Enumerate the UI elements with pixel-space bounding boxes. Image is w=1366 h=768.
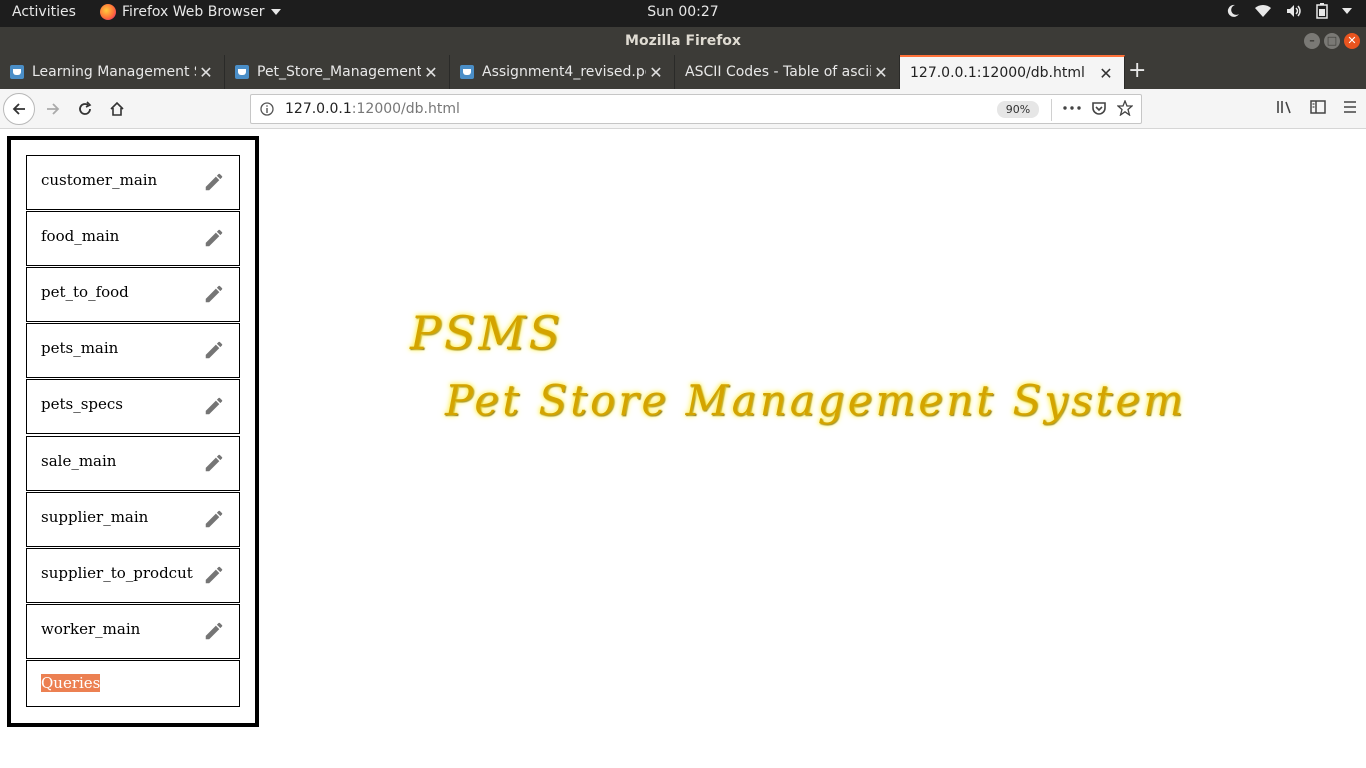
sidebar-item-label: food_main <box>41 227 120 245</box>
night-light-icon <box>1227 4 1239 17</box>
zoom-level-badge[interactable]: 90% <box>997 101 1039 118</box>
page-content: customer_main food_main pet_to_food pets… <box>0 130 1366 768</box>
back-button[interactable] <box>3 93 35 125</box>
sidebar-item-label: pet_to_food <box>41 283 129 301</box>
tab-title: Pet_Store_Management <box>257 64 421 80</box>
close-tab-icon[interactable]: ✕ <box>196 63 216 82</box>
sidebar-item-label: supplier_main <box>41 508 149 526</box>
system-tray[interactable] <box>1226 3 1352 19</box>
url-path: :12000/db.html <box>351 101 460 117</box>
info-icon[interactable] <box>260 102 274 116</box>
site-favicon-icon <box>10 65 24 79</box>
wifi-icon <box>1255 4 1271 17</box>
banner-acronym: PSMS <box>410 306 564 360</box>
sidebar-item-supplier-main[interactable]: supplier_main <box>26 492 240 547</box>
close-tab-icon[interactable]: ✕ <box>1096 64 1116 83</box>
toolbar-right <box>1276 99 1358 115</box>
pencil-icon[interactable] <box>203 564 225 586</box>
sidebar-item-food-main[interactable]: food_main <box>26 211 240 266</box>
sidebar-item-label: pets_specs <box>41 395 123 413</box>
arrow-right-icon <box>47 103 60 115</box>
tab-pet-store-management[interactable]: Pet_Store_Management ✕ <box>225 55 450 89</box>
tab-strip: Learning Management Sy ✕ Pet_Store_Manag… <box>0 55 1366 89</box>
sidebar-item-label: pets_main <box>41 339 119 357</box>
pencil-icon[interactable] <box>203 452 225 474</box>
table-sidebar: customer_main food_main pet_to_food pets… <box>7 136 259 727</box>
sidebar-item-customer-main[interactable]: customer_main <box>26 155 240 210</box>
sidebar-item-worker-main[interactable]: worker_main <box>26 604 240 659</box>
sidebar-item-label: supplier_to_prodcut <box>41 564 193 582</box>
minimize-button[interactable]: – <box>1304 33 1320 49</box>
firefox-logo-icon <box>100 4 116 20</box>
tab-title: Assignment4_revised.pd <box>482 64 646 80</box>
close-tab-icon[interactable]: ✕ <box>646 63 666 82</box>
app-name: Firefox Web Browser <box>122 4 265 20</box>
sidebar-toggle-icon[interactable] <box>1310 99 1326 115</box>
volume-icon <box>1287 5 1301 17</box>
url-text[interactable]: 127.0.0.1:12000/db.html <box>285 101 460 117</box>
caret-down-icon <box>270 9 281 15</box>
new-tab-button[interactable]: + <box>1128 60 1146 82</box>
pencil-icon[interactable] <box>203 620 225 642</box>
pencil-icon[interactable] <box>203 395 225 417</box>
site-favicon-icon <box>460 65 474 79</box>
reload-button[interactable] <box>69 93 101 125</box>
tab-title: 127.0.0.1:12000/db.html <box>910 65 1085 81</box>
pencil-icon[interactable] <box>203 171 225 193</box>
sidebar-item-pets-specs[interactable]: pets_specs <box>26 379 240 434</box>
tab-assignment4[interactable]: Assignment4_revised.pd ✕ <box>450 55 675 89</box>
tab-db-html[interactable]: 127.0.0.1:12000/db.html ✕ <box>900 55 1125 89</box>
maximize-button[interactable]: □ <box>1324 33 1340 49</box>
window-title: Mozilla Firefox <box>625 33 741 49</box>
window-title-bar: Mozilla Firefox – □ ✕ <box>0 27 1366 55</box>
bookmark-star-icon[interactable] <box>1117 100 1133 116</box>
forward-button[interactable] <box>37 93 69 125</box>
sidebar-item-pets-main[interactable]: pets_main <box>26 323 240 378</box>
pencil-icon[interactable] <box>203 283 225 305</box>
tab-learning-management[interactable]: Learning Management Sy ✕ <box>0 55 225 89</box>
library-icon[interactable] <box>1276 99 1294 115</box>
reload-icon <box>79 101 92 115</box>
url-host: 127.0.0.1 <box>285 101 352 117</box>
pocket-icon[interactable] <box>1091 100 1107 116</box>
url-bar-separator <box>1051 99 1052 121</box>
navigation-toolbar: 127.0.0.1:12000/db.html 90% <box>0 89 1366 129</box>
home-button[interactable] <box>101 93 133 125</box>
queries-link[interactable]: Queries <box>41 674 101 692</box>
pencil-icon[interactable] <box>203 227 225 249</box>
system-menu-caret-icon <box>1342 8 1352 14</box>
hamburger-menu-icon[interactable] <box>1342 99 1358 115</box>
close-tab-icon[interactable]: ✕ <box>871 63 891 82</box>
close-window-button[interactable]: ✕ <box>1344 33 1360 49</box>
home-icon <box>110 101 124 116</box>
tab-title: ASCII Codes - Table of ascii c <box>685 64 871 80</box>
site-favicon-icon <box>235 65 249 79</box>
pencil-icon[interactable] <box>203 508 225 530</box>
activities-button[interactable]: Activities <box>12 4 76 20</box>
tab-title: Learning Management Sy <box>32 64 196 80</box>
close-tab-icon[interactable]: ✕ <box>421 63 441 82</box>
tab-ascii-codes[interactable]: ASCII Codes - Table of ascii c ✕ <box>675 55 900 89</box>
app-menu[interactable]: Firefox Web Browser <box>100 4 281 20</box>
sidebar-item-sale-main[interactable]: sale_main <box>26 436 240 491</box>
system-top-bar: Activities Firefox Web Browser Sun 00:27 <box>0 0 1366 27</box>
sidebar-item-label: sale_main <box>41 452 117 470</box>
more-actions-icon[interactable] <box>1063 106 1081 110</box>
sidebar-item-pet-to-food[interactable]: pet_to_food <box>26 267 240 322</box>
url-bar[interactable]: 127.0.0.1:12000/db.html 90% <box>250 94 1142 124</box>
battery-icon <box>1316 3 1328 19</box>
window-controls: – □ ✕ <box>1304 33 1360 49</box>
page-actions <box>1063 100 1133 116</box>
sidebar-item-label: customer_main <box>41 171 158 189</box>
sidebar-item-queries[interactable]: Queries <box>26 660 240 707</box>
arrow-left-icon <box>12 103 25 115</box>
sidebar-item-supplier-to-prodcut[interactable]: supplier_to_prodcut <box>26 548 240 603</box>
pencil-icon[interactable] <box>203 339 225 361</box>
sidebar-item-label: worker_main <box>41 620 141 638</box>
banner-full-title: Pet Store Management System <box>445 376 1187 425</box>
